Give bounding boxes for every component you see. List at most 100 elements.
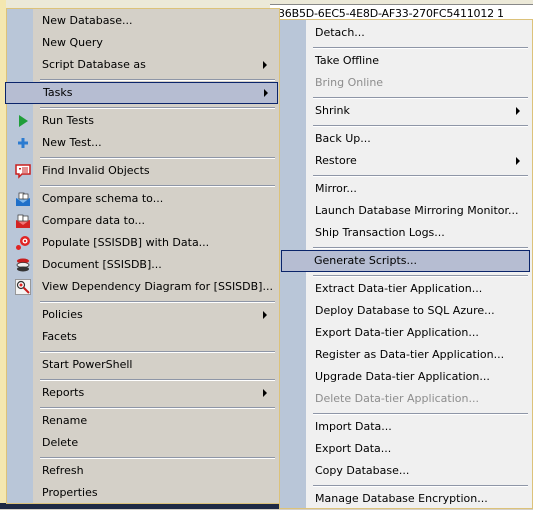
menu-item-label: Bring Online [315,76,384,89]
menu-item-label: Detach... [315,26,365,39]
submenu-item-copy-database[interactable]: Copy Database... [282,460,530,482]
menu-separator [313,97,528,99]
menu-item-new-query[interactable]: New Query [9,32,277,54]
menu-item-label: Export Data... [315,442,392,455]
menu-item-label: Delete [42,436,79,449]
speech-bubble-icon [15,164,31,179]
submenu-item-take-offline[interactable]: Take Offline [282,50,530,72]
menu-item-label: Register as Data-tier Application... [315,348,505,361]
menu-item-facets[interactable]: Facets [9,326,277,348]
menu-item-label: Deploy Database to SQL Azure... [315,304,495,317]
menu-item-run-tests[interactable]: Run Tests [9,110,277,132]
menu-item-label: Script Database as [42,58,146,71]
compare-data-icon [16,214,30,228]
submenu-item-shrink[interactable]: Shrink [282,100,530,122]
menu-item-policies[interactable]: Policies [9,304,277,326]
menu-separator [40,379,275,381]
menu-separator [313,275,528,277]
menu-item-label: Extract Data-tier Application... [315,282,483,295]
menu-item-label: Restore [315,154,357,167]
menu-item-label: New Database... [42,14,133,27]
submenu-item-deploy-to-sql-azure[interactable]: Deploy Database to SQL Azure... [282,300,530,322]
menu-item-new-database[interactable]: New Database... [9,10,277,32]
submenu-item-mirror[interactable]: Mirror... [282,178,530,200]
menu-separator [313,47,528,49]
database-context-menu: New Database... New Query Script Databas… [5,8,280,504]
menu-item-label: Shrink [315,104,350,117]
menu-separator [40,79,275,81]
compare-schema-icon [16,192,30,206]
submenu-arrow-icon [263,389,267,397]
submenu-item-manage-database-encryption[interactable]: Manage Database Encryption... [282,488,530,510]
menu-item-label: Generate Scripts... [314,254,417,267]
submenu-item-upgrade-data-tier-app[interactable]: Upgrade Data-tier Application... [282,366,530,388]
menu-item-label: Compare data to... [42,214,146,227]
submenu-item-back-up[interactable]: Back Up... [282,128,530,150]
menu-item-refresh[interactable]: Refresh [9,460,277,482]
menu-item-document[interactable]: Document [SSISDB]... [9,254,277,276]
menu-item-label: Run Tests [42,114,94,127]
submenu-item-import-data[interactable]: Import Data... [282,416,530,438]
menu-item-label: Tasks [43,86,73,99]
menu-item-view-dependency-diagram[interactable]: View Dependency Diagram for [SSISDB]... [9,276,277,298]
magnifier-icon [15,279,31,295]
submenu-arrow-icon [516,107,520,115]
submenu-item-delete-data-tier-app[interactable]: Delete Data-tier Application... [282,388,530,410]
play-icon [19,115,28,127]
menu-separator [313,413,528,415]
menu-item-label: View Dependency Diagram for [SSISDB]... [42,280,273,293]
submenu-item-export-data-tier-app[interactable]: Export Data-tier Application... [282,322,530,344]
submenu-item-restore[interactable]: Restore [282,150,530,172]
menu-item-script-database-as[interactable]: Script Database as [9,54,277,76]
submenu-item-export-data[interactable]: Export Data... [282,438,530,460]
menu-item-start-powershell[interactable]: Start PowerShell [9,354,277,376]
menu-separator [313,247,528,249]
menu-separator [40,457,275,459]
menu-separator [40,107,275,109]
menu-item-label: Document [SSISDB]... [42,258,162,271]
submenu-item-generate-scripts[interactable]: Generate Scripts... [281,250,530,272]
submenu-arrow-icon [516,157,520,165]
submenu-arrow-icon [264,89,268,97]
submenu-item-register-data-tier-app[interactable]: Register as Data-tier Application... [282,344,530,366]
menu-item-label: Import Data... [315,420,392,433]
menu-item-find-invalid-objects[interactable]: Find Invalid Objects [9,160,277,182]
menu-separator [40,185,275,187]
menu-separator [313,125,528,127]
submenu-arrow-icon [263,61,267,69]
menu-item-label: Ship Transaction Logs... [315,226,445,239]
menu-separator [40,301,275,303]
menu-item-properties[interactable]: Properties [9,482,277,504]
submenu-item-extract-data-tier-app[interactable]: Extract Data-tier Application... [282,278,530,300]
menu-item-new-test[interactable]: New Test... [9,132,277,154]
menu-item-tasks[interactable]: Tasks [5,82,278,104]
menu-item-label: Launch Database Mirroring Monitor... [315,204,519,217]
submenu-item-bring-online[interactable]: Bring Online [282,72,530,94]
document-stack-icon [16,258,30,272]
menu-item-label: Find Invalid Objects [42,164,150,177]
menu-item-populate-with-data[interactable]: Populate [SSISDB] with Data... [9,232,277,254]
submenu-item-ship-transaction-logs[interactable]: Ship Transaction Logs... [282,222,530,244]
menu-item-compare-schema[interactable]: Compare schema to... [9,188,277,210]
menu-separator [40,157,275,159]
menu-separator [313,175,528,177]
menu-item-compare-data[interactable]: Compare data to... [9,210,277,232]
menu-item-label: Take Offline [315,54,379,67]
menu-item-label: Populate [SSISDB] with Data... [42,236,210,249]
menu-separator [40,351,275,353]
menu-item-label: Refresh [42,464,84,477]
menu-item-reports[interactable]: Reports [9,382,277,404]
menu-item-label: New Query [42,36,103,49]
submenu-item-launch-mirroring-monitor[interactable]: Launch Database Mirroring Monitor... [282,200,530,222]
menu-item-rename[interactable]: Rename [9,410,277,432]
menu-item-label: Facets [42,330,77,343]
submenu-item-detach[interactable]: Detach... [282,22,530,44]
menu-item-delete[interactable]: Delete [9,432,277,454]
menu-item-label: Properties [42,486,98,499]
populate-icon [16,236,30,250]
submenu-arrow-icon [263,311,267,319]
menu-item-label: Policies [42,308,83,321]
menu-item-label: Export Data-tier Application... [315,326,479,339]
plus-icon [18,138,28,148]
menu-item-label: Start PowerShell [42,358,133,371]
